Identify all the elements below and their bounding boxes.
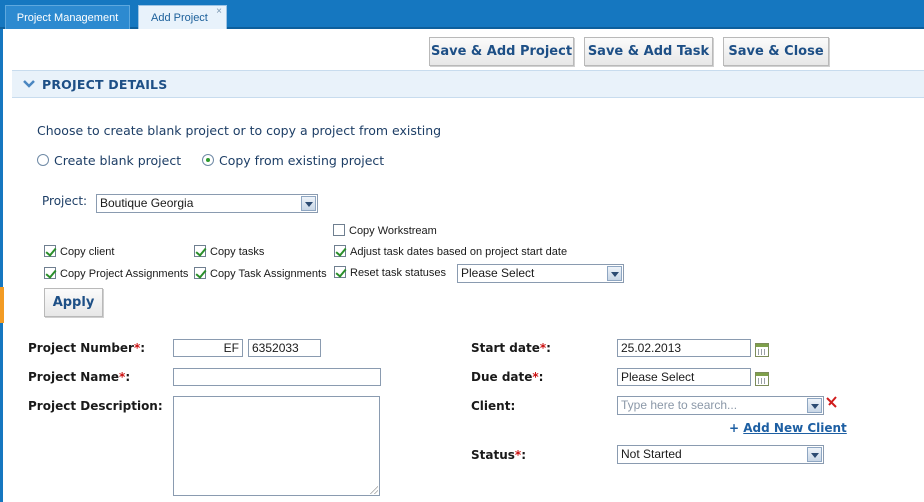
checkmark-icon: [194, 245, 206, 257]
start-date-field[interactable]: 25.02.2013: [617, 339, 751, 357]
project-select-label: Project:: [42, 194, 88, 208]
radio-create-blank[interactable]: Create blank project: [37, 153, 181, 168]
checkbox-label: Copy Workstream: [349, 225, 437, 237]
checkbox-label: Copy Project Assignments: [60, 268, 189, 280]
project-description-label: Project Description:: [28, 399, 163, 413]
side-handle[interactable]: [0, 287, 4, 323]
task-status-select[interactable]: Please Select: [457, 264, 624, 283]
checkmark-icon: [334, 266, 346, 278]
tab-add-project[interactable]: Add Project ×: [138, 5, 227, 29]
chevron-down-icon: [807, 398, 822, 413]
left-edge-strip: [0, 29, 3, 502]
status-select[interactable]: Not Started: [617, 445, 824, 464]
radio-selected-icon: [202, 154, 214, 166]
checkbox-copy-workstream[interactable]: Copy Workstream: [333, 224, 437, 237]
chevron-down-icon: [301, 196, 316, 211]
save-close-button[interactable]: Save & Close: [723, 37, 829, 66]
project-select-value: Boutique Georgia: [100, 196, 194, 210]
checkmark-icon: [44, 245, 56, 257]
checkbox-label: Copy Task Assignments: [210, 268, 327, 280]
checkbox-label: Copy tasks: [210, 246, 265, 258]
checkbox-empty-icon: [333, 224, 345, 236]
status-label: Status*:: [471, 448, 526, 462]
project-name-field[interactable]: [173, 368, 381, 386]
checkmark-icon: [334, 245, 346, 257]
checkbox-label: Reset task statuses: [350, 267, 446, 279]
plus-icon: +: [729, 421, 740, 435]
due-date-label: Due date*:: [471, 370, 544, 384]
project-description-textarea[interactable]: [173, 396, 380, 496]
clear-x-icon[interactable]: [826, 396, 838, 408]
close-icon[interactable]: ×: [216, 0, 222, 24]
start-date-label: Start date*:: [471, 341, 551, 355]
add-new-client-link[interactable]: + Add New Client: [729, 421, 847, 435]
tab-label: Project Management: [16, 12, 119, 24]
project-number-label: Project Number*:: [28, 341, 146, 355]
section-header-project-details[interactable]: PROJECT DETAILS: [12, 70, 924, 98]
calendar-icon[interactable]: [755, 372, 769, 386]
calendar-icon[interactable]: [755, 343, 769, 357]
due-date-field[interactable]: Please Select: [617, 368, 751, 386]
task-status-select-value: Please Select: [461, 266, 535, 280]
chevron-down-icon: [23, 80, 35, 88]
tab-project-management[interactable]: Project Management: [5, 5, 130, 29]
checkbox-adjust-task-dates[interactable]: Adjust task dates based on project start…: [334, 245, 567, 258]
tab-label: Add Project: [151, 12, 208, 24]
client-label: Client:: [471, 399, 516, 413]
checkbox-copy-task-assignments[interactable]: Copy Task Assignments: [194, 267, 327, 280]
tab-bar: Project Management Add Project ×: [0, 0, 924, 29]
checkbox-reset-task-statuses[interactable]: Reset task statuses: [334, 266, 446, 279]
checkbox-copy-client[interactable]: Copy client: [44, 245, 114, 258]
project-number-prefix-field[interactable]: EF: [173, 339, 243, 357]
radio-label: Create blank project: [54, 153, 182, 168]
checkbox-label: Adjust task dates based on project start…: [350, 246, 568, 258]
chevron-down-icon: [607, 266, 622, 281]
status-select-value: Not Started: [621, 447, 682, 461]
checkmark-icon: [194, 267, 206, 279]
apply-button[interactable]: Apply: [44, 288, 103, 317]
chevron-down-icon: [807, 447, 822, 462]
save-add-task-button[interactable]: Save & Add Task: [584, 37, 713, 66]
radio-icon: [37, 154, 49, 166]
checkbox-label: Copy client: [60, 246, 115, 258]
project-number-field[interactable]: 6352033: [248, 339, 321, 357]
copy-intro-text: Choose to create blank project or to cop…: [37, 123, 442, 138]
client-search-input[interactable]: Type here to search...: [617, 396, 824, 415]
client-search-placeholder: Type here to search...: [621, 398, 738, 412]
project-select[interactable]: Boutique Georgia: [96, 194, 318, 213]
resize-grip-icon[interactable]: [370, 486, 378, 494]
save-add-project-button[interactable]: Save & Add Project: [429, 37, 574, 66]
project-name-label: Project Name*:: [28, 370, 131, 384]
section-title: PROJECT DETAILS: [42, 77, 168, 92]
checkbox-copy-project-assignments[interactable]: Copy Project Assignments: [44, 267, 188, 280]
add-new-client-label: Add New Client: [743, 421, 847, 435]
checkmark-icon: [44, 267, 56, 279]
radio-copy-existing[interactable]: Copy from existing project: [202, 153, 384, 168]
checkbox-copy-tasks[interactable]: Copy tasks: [194, 245, 264, 258]
radio-label: Copy from existing project: [219, 153, 385, 168]
